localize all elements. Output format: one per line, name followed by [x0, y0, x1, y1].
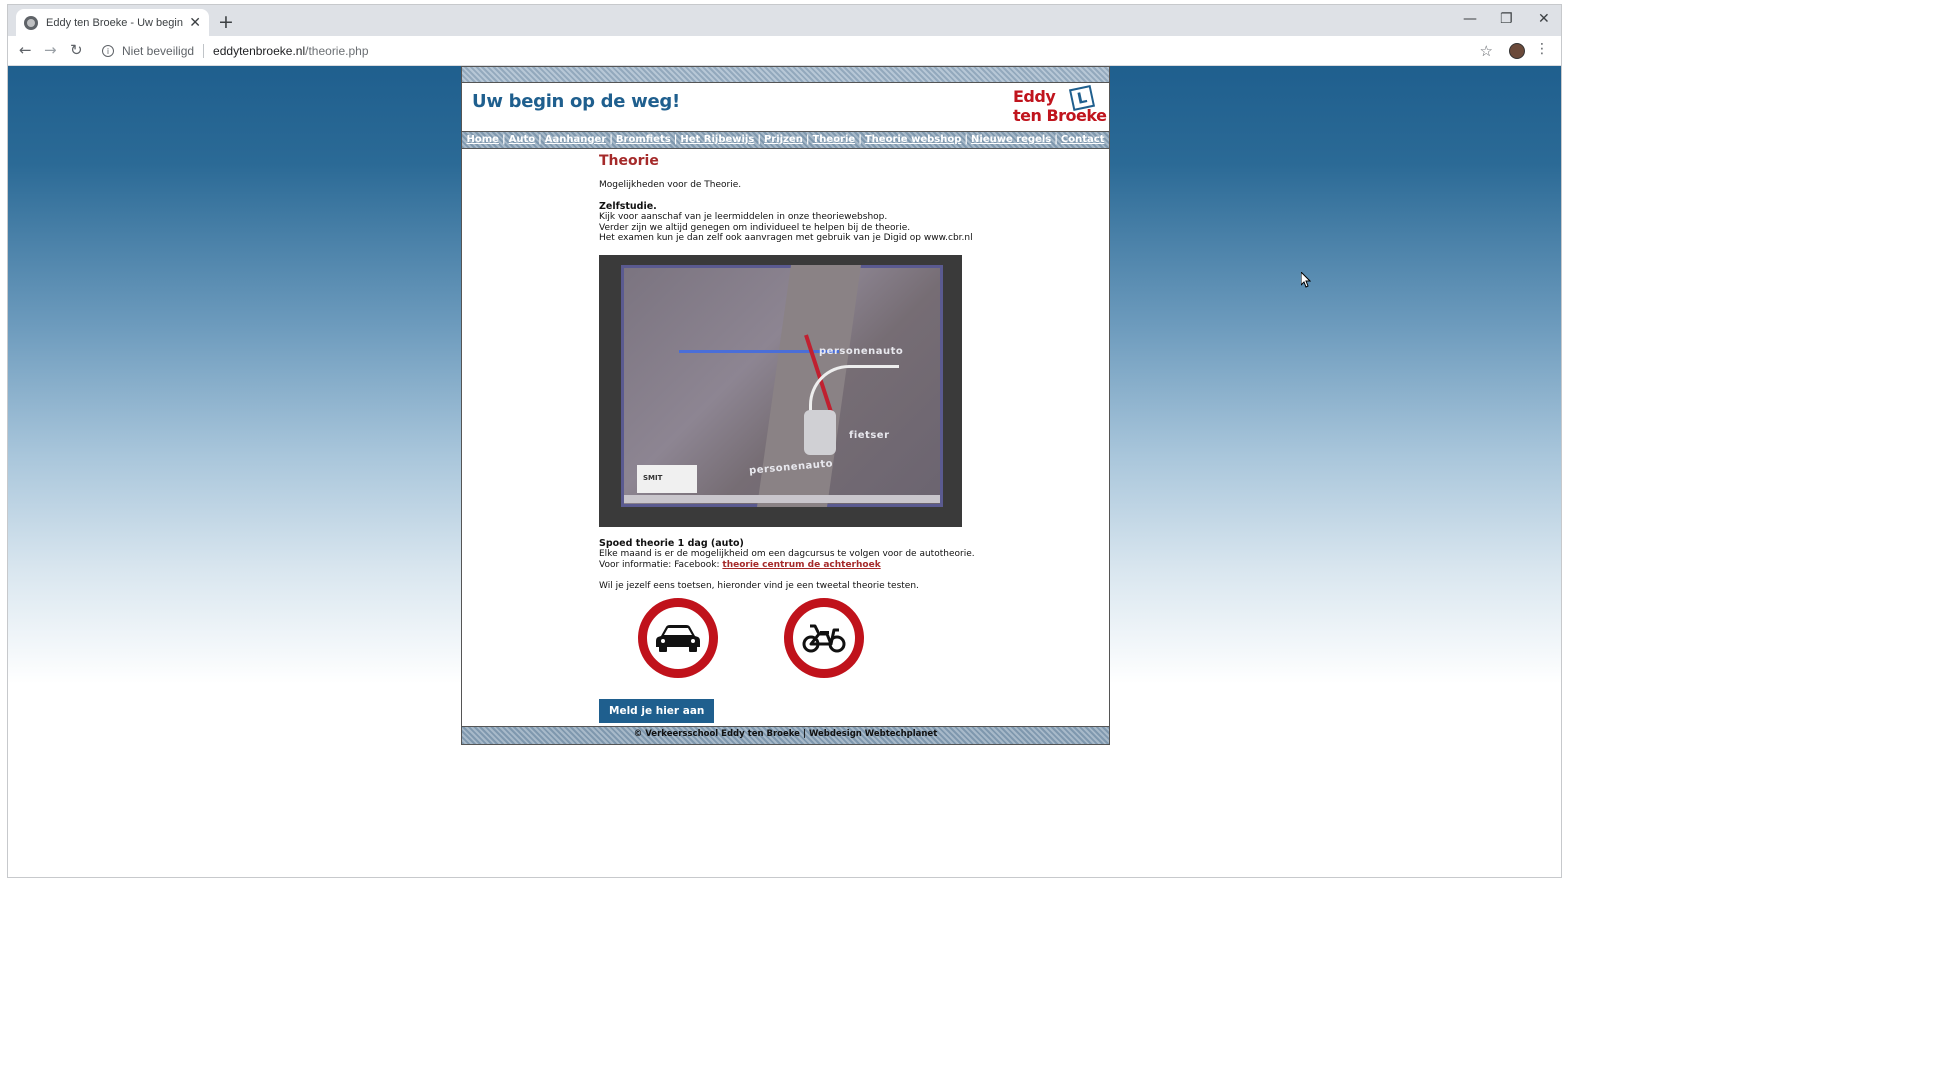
- browser-window: Eddy ten Broeke - Uw begin op d ✕ + — ❐ …: [7, 4, 1562, 878]
- url-path: /theorie.php: [305, 44, 369, 58]
- speed-course-section: Spoed theorie 1 dag (auto) Elke maand is…: [599, 537, 1019, 571]
- forward-arrow-icon[interactable]: →: [44, 41, 57, 59]
- new-tab-button[interactable]: +: [218, 13, 234, 32]
- nav-link-prijzen[interactable]: Prijzen: [764, 134, 803, 145]
- close-window-button[interactable]: ✕: [1538, 11, 1550, 27]
- nav-link-theorie-webshop[interactable]: Theorie webshop: [865, 134, 962, 145]
- tab-strip: Eddy ten Broeke - Uw begin op d ✕ + — ❐ …: [8, 5, 1561, 36]
- photo-car: [804, 409, 836, 455]
- nav-link-contact[interactable]: Contact: [1061, 134, 1105, 145]
- restore-button[interactable]: ❐: [1500, 11, 1513, 27]
- nav-link-home[interactable]: Home: [467, 134, 499, 145]
- nav-link-bromfiets[interactable]: Bromfiets: [616, 134, 671, 145]
- theory-classroom-photo: SMIT personenauto fietser personenauto: [599, 254, 962, 527]
- site-footer: © Verkeersschool Eddy ten Broeke | Webde…: [462, 726, 1109, 744]
- security-label: Niet beveiligd: [122, 44, 195, 58]
- info-prefix: Voor informatie: Facebook:: [599, 559, 723, 570]
- logo-line-2: ten Broeke: [1013, 106, 1107, 125]
- mouse-cursor-icon: [1301, 272, 1311, 288]
- photo-label-personenauto-top: personenauto: [819, 345, 904, 357]
- back-arrow-icon[interactable]: ←: [19, 41, 32, 59]
- self-study-line: Kijk voor aanschaf van je leermiddelen i…: [599, 212, 888, 222]
- nav-link-nieuwe-regels[interactable]: Nieuwe regels: [971, 134, 1051, 145]
- site-header: Uw begin op de weg! Eddy ten Broeke L: [462, 83, 1109, 131]
- self-study-line: Verder zijn we altijd genegen om individ…: [599, 222, 911, 233]
- divider: [203, 44, 205, 58]
- main-content: Theorie Mogelijkheden voor de Theorie. Z…: [599, 153, 1019, 723]
- nav-link-aanhanger[interactable]: Aanhanger: [545, 134, 606, 145]
- reload-icon[interactable]: ↻: [70, 41, 83, 59]
- main-navigation: Home | Auto | Aanhanger | Bromfiets | Het Rijbew…: [462, 131, 1109, 149]
- site-container: Uw begin op de weg! Eddy ten Broeke L Ho…: [461, 66, 1110, 745]
- site-logo[interactable]: Eddy ten Broeke L: [1011, 84, 1107, 127]
- photo-blue-line: [679, 349, 839, 353]
- facebook-link[interactable]: theorie centrum de achterhoek: [722, 560, 880, 570]
- photo-sticker: SMIT: [637, 464, 697, 493]
- photo-label-fietser: fietser: [849, 429, 890, 441]
- address-bar[interactable]: i Niet beveiligd eddytenbroeke.nl/theori…: [94, 39, 1494, 63]
- info-icon[interactable]: i: [102, 45, 114, 57]
- site-tagline: Uw begin op de weg!: [472, 91, 680, 112]
- self-study-line: Het examen kun je dan zelf ook aanvragen…: [599, 233, 973, 243]
- register-button[interactable]: Meld je hier aan: [599, 698, 715, 723]
- nav-link-rijbewijs[interactable]: Het Rijbewijs: [680, 134, 754, 145]
- car-icon: [656, 624, 700, 652]
- self-study-title: Zelfstudie.: [599, 200, 657, 212]
- nav-link-auto[interactable]: Auto: [509, 134, 536, 145]
- moped-icon: [802, 624, 846, 652]
- url-host: eddytenbroeke.nl: [213, 44, 306, 58]
- page-viewport: Uw begin op de weg! Eddy ten Broeke L Ho…: [8, 66, 1561, 877]
- logo-line-1: Eddy: [1013, 87, 1056, 106]
- profile-avatar[interactable]: [1509, 43, 1525, 59]
- self-study-section: Zelfstudie. Kijk voor aanschaf van je le…: [599, 200, 1019, 244]
- speed-course-title: Spoed theorie 1 dag (auto): [599, 537, 744, 549]
- bookmark-star-icon[interactable]: ☆: [1480, 42, 1493, 60]
- intro-text: Mogelijkheden voor de Theorie.: [599, 180, 742, 190]
- tab-title: Eddy ten Broeke - Uw begin op d: [46, 16, 185, 29]
- browser-toolbar: ← → ↻ i Niet beveiligd eddytenbroeke.nl /…: [8, 36, 1561, 66]
- kebab-menu-icon[interactable]: ⋮: [1535, 41, 1549, 57]
- speed-course-text: Elke maand is er de mogelijkheid om een …: [599, 549, 975, 559]
- minimize-button[interactable]: —: [1463, 11, 1477, 27]
- car-sign-icon[interactable]: [638, 597, 718, 678]
- l-plate-icon: L: [1068, 84, 1096, 112]
- photo-toolbar: [624, 494, 940, 503]
- page-title: Theorie: [599, 153, 659, 169]
- theory-test-signs: [599, 597, 1019, 693]
- tab-close-icon[interactable]: ✕: [189, 16, 201, 30]
- nav-link-theorie[interactable]: Theorie: [812, 134, 855, 145]
- tests-intro: Wil je jezelf eens toetsen, hieronder vi…: [599, 581, 919, 591]
- moped-sign-icon[interactable]: [784, 597, 864, 678]
- top-stripe: [462, 67, 1109, 83]
- globe-icon: [24, 15, 38, 30]
- speed-course-info: Voor informatie: Facebook: theorie centr…: [599, 560, 1019, 571]
- browser-tab[interactable]: Eddy ten Broeke - Uw begin op d ✕: [16, 9, 209, 36]
